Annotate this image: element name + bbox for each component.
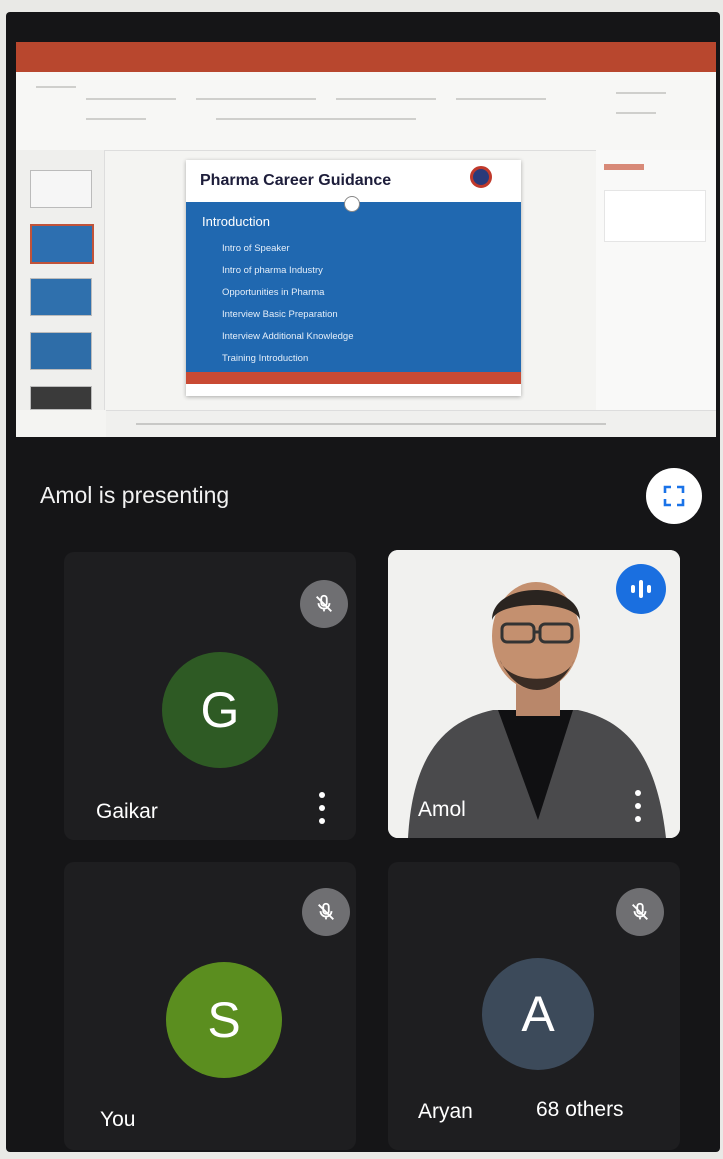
avatar: S	[166, 962, 282, 1078]
ribbon-line	[86, 98, 176, 100]
participant-tile-amol[interactable]: Amol	[388, 550, 680, 838]
mic-off-icon	[302, 888, 350, 936]
more-vert-icon[interactable]	[312, 788, 332, 828]
slide-list-item: Intro of Speaker	[222, 243, 290, 254]
slide-thumbnail[interactable]	[30, 278, 92, 316]
ppt-titlebar	[16, 42, 716, 72]
slide-thumbnail[interactable]	[30, 170, 92, 208]
mic-off-icon	[616, 888, 664, 936]
current-slide: Pharma Career Guidance Introduction Intr…	[186, 160, 521, 396]
ppt-ribbon	[16, 72, 716, 151]
shared-screen[interactable]: Pharma Career Guidance Introduction Intr…	[16, 42, 716, 437]
slide-title: Pharma Career Guidance	[200, 172, 392, 189]
avatar: A	[482, 958, 594, 1070]
ribbon-line	[456, 98, 546, 100]
slide-list-item: Interview Additional Knowledge	[222, 331, 354, 342]
participant-name: Gaikar	[96, 800, 158, 823]
notes-bar	[106, 410, 716, 437]
ribbon-line	[336, 98, 436, 100]
slide-thumbnail[interactable]	[30, 386, 92, 410]
slide-list-item: Training Introduction	[222, 353, 309, 364]
notes-line	[136, 423, 606, 425]
participant-tile-you[interactable]: S You	[64, 862, 356, 1150]
ribbon-line	[616, 92, 666, 94]
slide-list-item: Interview Basic Preparation	[222, 309, 338, 320]
fullscreen-button[interactable]	[646, 468, 702, 524]
ribbon-line	[86, 118, 146, 120]
ribbon-line	[36, 86, 76, 88]
slide-list-item: Opportunities in Pharma	[222, 287, 325, 298]
participant-name: Amol	[418, 798, 466, 821]
slide-list: Intro of Speaker Intro of pharma Industr…	[222, 238, 354, 370]
slide-thumbnail[interactable]	[30, 224, 94, 264]
logo-icon	[470, 166, 492, 188]
meeting-screen: Pharma Career Guidance Introduction Intr…	[6, 12, 720, 1152]
slide-heading: Introduction	[202, 214, 270, 229]
avatar: G	[162, 652, 278, 768]
side-pane-accent	[604, 164, 644, 170]
slide-header: Pharma Career Guidance	[186, 160, 521, 198]
side-pane-box	[604, 190, 706, 242]
side-pane	[596, 150, 716, 410]
fullscreen-icon	[663, 485, 685, 507]
slide-list-item: Intro of pharma Industry	[222, 265, 323, 276]
participant-tile-others[interactable]: A Aryan 68 others	[388, 862, 680, 1150]
slide-body: Introduction Intro of Speaker Intro of p…	[186, 196, 521, 384]
others-count: 68 others	[536, 1098, 624, 1121]
participant-tile-gaikar[interactable]: G Gaikar	[64, 552, 356, 840]
slide-thumbnails	[16, 150, 105, 410]
slide-footer-bar	[186, 372, 521, 384]
more-vert-icon[interactable]	[628, 786, 648, 826]
participant-name: You	[100, 1108, 136, 1131]
ribbon-line	[216, 118, 416, 120]
ribbon-line	[196, 98, 316, 100]
participant-name: Aryan	[418, 1100, 473, 1123]
presenting-label: Amol is presenting	[40, 482, 230, 508]
mic-off-icon	[300, 580, 348, 628]
slide-knob	[344, 196, 360, 212]
ribbon-line	[616, 112, 656, 114]
slide-thumbnail[interactable]	[30, 332, 92, 370]
audio-level-icon	[616, 564, 666, 614]
